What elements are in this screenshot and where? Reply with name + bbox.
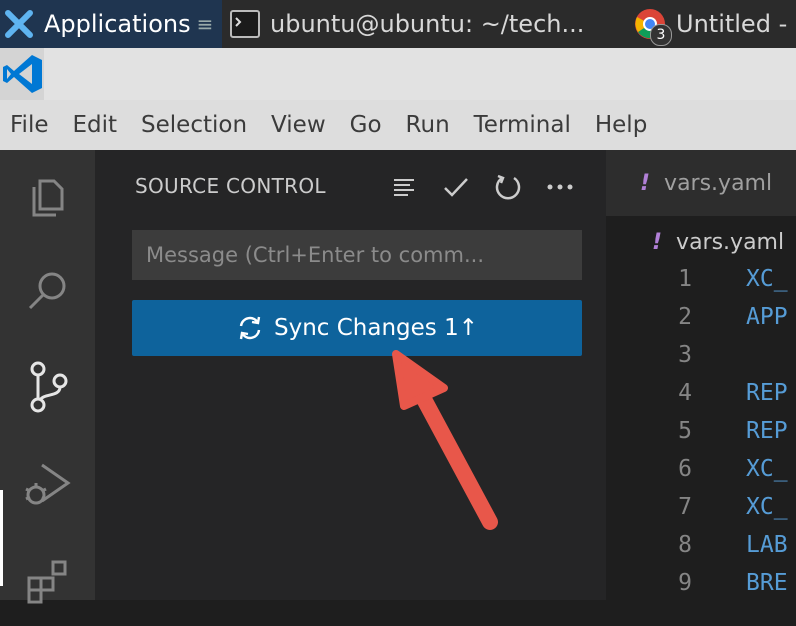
code-text: XC_ <box>746 266 788 292</box>
commit-message-input[interactable] <box>132 230 582 280</box>
code-line[interactable]: 8 LAB <box>606 532 796 570</box>
code-text: XC_ <box>746 494 788 520</box>
chrome-icon: 3 <box>634 8 672 46</box>
yaml-file-icon: ! <box>640 170 651 196</box>
line-number: 1 <box>678 266 692 292</box>
menu-go[interactable]: Go <box>338 112 394 138</box>
menu-terminal[interactable]: Terminal <box>462 112 583 138</box>
source-control-button[interactable] <box>0 342 95 432</box>
explorer-button[interactable] <box>0 152 95 242</box>
commit-button[interactable] <box>439 172 473 202</box>
code-line[interactable]: 4 REP <box>606 380 796 418</box>
line-number: 3 <box>678 342 692 368</box>
window-count-badge: 3 <box>650 24 672 46</box>
view-as-list-button[interactable] <box>387 172 421 202</box>
tab-vars-yaml[interactable]: ! vars.yaml <box>606 150 796 216</box>
panel-title: SOURCE CONTROL <box>135 174 326 198</box>
code-text: REP <box>746 418 788 444</box>
vscode-titlebar <box>0 48 796 100</box>
line-number: 7 <box>678 494 692 520</box>
code-text: XC_ <box>746 456 788 482</box>
line-number: 8 <box>678 532 692 558</box>
code-line[interactable]: 3 <box>606 342 796 380</box>
search-icon <box>28 272 65 310</box>
taskbar-chrome-window[interactable]: 3 Untitled - <box>622 0 796 48</box>
breadcrumb-file: vars.yaml <box>676 229 785 255</box>
extensions-icon <box>27 560 66 604</box>
code-line[interactable]: 7 XC_ <box>606 494 796 532</box>
code-line[interactable]: 1 XC_ <box>606 266 796 304</box>
editor-tab-bar: ! vars.yaml <box>606 150 796 216</box>
code-text: APP <box>746 304 788 330</box>
ellipsis-icon <box>547 184 573 190</box>
code-line[interactable]: 6 XC_ <box>606 456 796 494</box>
terminal-window-title: ubuntu@ubuntu: ~/tech... <box>270 10 585 38</box>
source-control-icon <box>30 361 67 413</box>
vscode-logo-icon <box>3 55 42 93</box>
extensions-button[interactable] <box>0 536 95 626</box>
line-number: 5 <box>678 418 692 444</box>
code-line[interactable]: 2 APP <box>606 304 796 342</box>
applications-label: Applications <box>44 10 191 38</box>
activity-bar <box>0 150 95 604</box>
yaml-file-icon: ! <box>652 229 663 255</box>
menu-help[interactable]: Help <box>583 112 659 138</box>
menu-run[interactable]: Run <box>394 112 462 138</box>
explorer-icon <box>32 179 63 217</box>
menu-file[interactable]: File <box>0 112 61 138</box>
source-control-panel: SOURCE CONTROL Sync Changes 1↑ <box>95 150 606 600</box>
applications-menu-button[interactable]: Applications ≡ <box>0 0 222 48</box>
code-text: BRE <box>746 570 788 596</box>
list-icon <box>394 179 414 196</box>
menu-edit[interactable]: Edit <box>61 112 130 138</box>
sync-icon <box>239 316 261 340</box>
line-number: 4 <box>678 380 692 406</box>
menu-selection[interactable]: Selection <box>129 112 259 138</box>
refresh-button[interactable] <box>491 172 525 202</box>
checkmark-icon <box>444 178 468 197</box>
tab-label: vars.yaml <box>664 170 773 196</box>
line-number: 2 <box>678 304 692 330</box>
more-actions-button[interactable] <box>543 172 577 202</box>
refresh-icon <box>495 174 521 200</box>
code-line[interactable]: 5 REP <box>606 418 796 456</box>
code-text: LAB <box>746 532 788 558</box>
search-button[interactable] <box>0 245 95 335</box>
breadcrumb[interactable]: ! vars.yaml <box>606 218 796 266</box>
menu-grip-icon: ≡ <box>196 12 214 36</box>
os-taskbar: Applications ≡ ubuntu@ubuntu: ~/tech... … <box>0 0 796 48</box>
editor-area: ! vars.yaml ! vars.yaml 1 XC_ 2 APP 3 4 REP… <box>606 150 796 600</box>
sync-changes-button[interactable]: Sync Changes 1↑ <box>132 300 582 356</box>
sync-changes-label: Sync Changes 1↑ <box>273 315 478 341</box>
line-number: 6 <box>678 456 692 482</box>
menu-view[interactable]: View <box>259 112 338 138</box>
run-debug-button[interactable] <box>0 440 95 530</box>
line-number: 9 <box>678 570 692 596</box>
code-text: REP <box>746 380 788 406</box>
run-debug-icon <box>24 463 71 505</box>
code-line[interactable]: 9 BRE <box>606 570 796 600</box>
chrome-window-title: Untitled - <box>676 10 788 38</box>
menu-bar: File Edit Selection View Go Run Terminal… <box>0 100 796 150</box>
xfce-x-icon <box>5 10 33 38</box>
taskbar-terminal-window[interactable]: ubuntu@ubuntu: ~/tech... <box>222 0 622 48</box>
terminal-icon <box>230 10 260 38</box>
